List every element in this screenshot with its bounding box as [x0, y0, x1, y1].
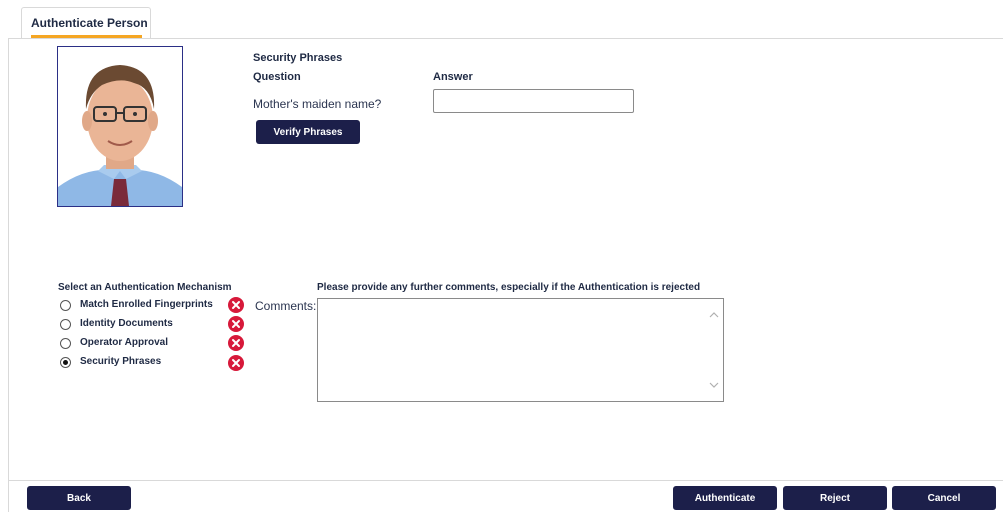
answer-header: Answer — [433, 71, 473, 83]
security-phrases-title: Security Phrases — [253, 52, 343, 64]
footer-divider — [8, 480, 1003, 481]
back-button[interactable]: Back — [27, 486, 131, 510]
tab-bar: Authenticate Person — [8, 0, 1003, 39]
radio-button[interactable] — [60, 338, 71, 349]
reject-button[interactable]: Reject — [783, 486, 887, 510]
comments-textarea[interactable] — [317, 298, 724, 402]
mechanism-option-fingerprints[interactable]: Match Enrolled Fingerprints — [60, 298, 250, 314]
question-header: Question — [253, 71, 301, 83]
tab-authenticate-person[interactable]: Authenticate Person — [21, 7, 151, 38]
error-x-icon — [228, 297, 244, 313]
tab-label: Authenticate Person — [31, 16, 148, 30]
scroll-down-icon[interactable] — [709, 381, 719, 389]
panel-border — [8, 38, 9, 512]
error-x-icon — [228, 355, 244, 371]
option-label: Security Phrases — [80, 356, 162, 367]
mechanism-title: Select an Authentication Mechanism — [58, 282, 232, 293]
cancel-button[interactable]: Cancel — [892, 486, 996, 510]
error-x-icon — [228, 335, 244, 351]
radio-button-selected[interactable] — [60, 357, 71, 368]
authenticate-button[interactable]: Authenticate — [673, 486, 777, 510]
option-label: Identity Documents — [80, 318, 173, 329]
active-tab-indicator — [31, 35, 142, 38]
mechanism-option-security-phrases[interactable]: Security Phrases — [60, 355, 250, 371]
radio-button[interactable] — [60, 300, 71, 311]
error-x-icon — [228, 316, 244, 332]
security-question: Mother's maiden name? — [253, 97, 382, 111]
answer-input[interactable] — [433, 89, 634, 113]
person-photo — [57, 46, 183, 207]
option-label: Operator Approval — [80, 337, 168, 348]
scroll-up-icon[interactable] — [709, 311, 719, 319]
verify-phrases-button[interactable]: Verify Phrases — [256, 120, 360, 144]
mechanism-option-operator-approval[interactable]: Operator Approval — [60, 336, 250, 352]
radio-button[interactable] — [60, 319, 71, 330]
comments-hint: Please provide any further comments, esp… — [317, 282, 701, 293]
comments-label: Comments: — [255, 299, 317, 313]
option-label: Match Enrolled Fingerprints — [80, 299, 213, 310]
mechanism-option-identity-documents[interactable]: Identity Documents — [60, 317, 250, 333]
